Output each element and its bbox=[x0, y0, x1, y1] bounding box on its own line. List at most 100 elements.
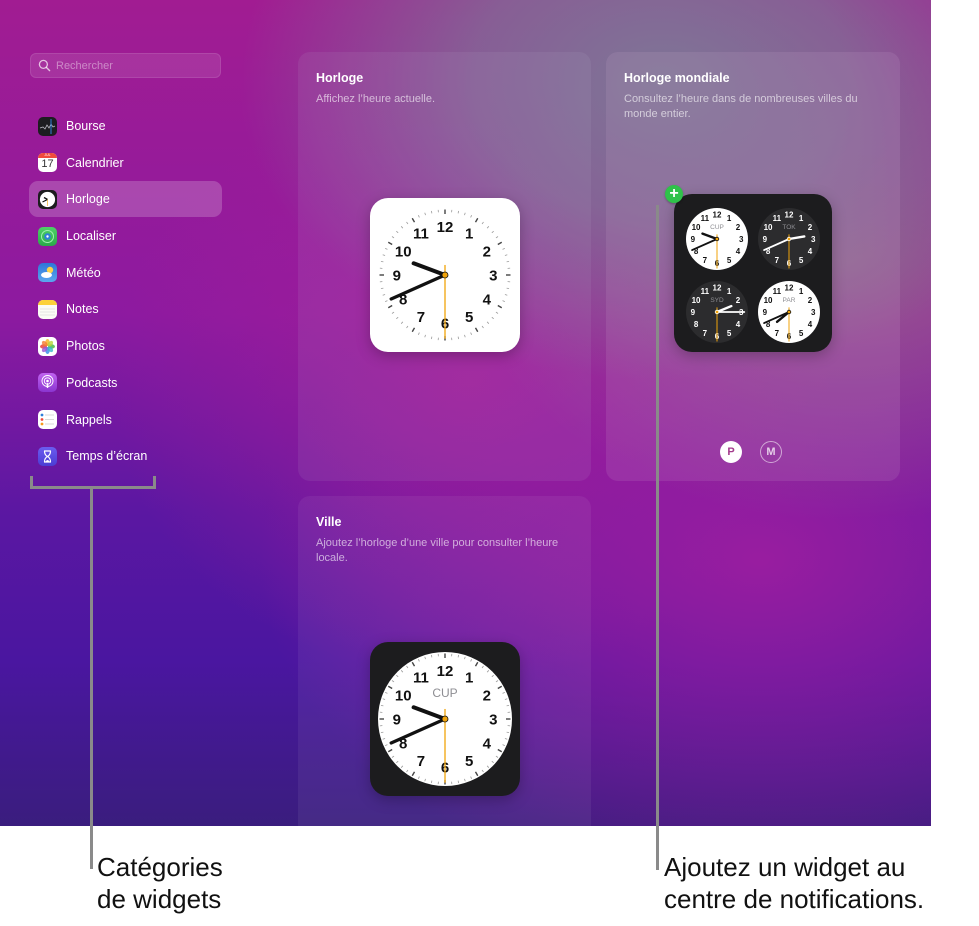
category-meteo[interactable]: Météo bbox=[29, 255, 222, 291]
clock-numeral: 5 bbox=[465, 309, 473, 326]
clock-local: 123456789101112 bbox=[378, 208, 512, 342]
clock-numeral: 9 bbox=[691, 235, 696, 244]
category-label: Podcasts bbox=[66, 375, 118, 390]
callout-line-left bbox=[90, 489, 93, 869]
clock-numeral: 2 bbox=[483, 687, 491, 704]
clock-numeral: 1 bbox=[727, 287, 732, 296]
clock-numeral: 3 bbox=[489, 267, 497, 284]
clock-tick bbox=[430, 780, 433, 784]
clock-numeral: 12 bbox=[437, 663, 454, 680]
clock-numeral: 1 bbox=[799, 287, 804, 296]
callout-line: centre de notifications. bbox=[664, 884, 925, 914]
clock-numeral: 11 bbox=[701, 287, 710, 296]
city-code-label: PAR bbox=[783, 297, 796, 304]
clock-numeral: 11 bbox=[773, 214, 782, 223]
search-icon bbox=[38, 59, 51, 72]
photos-icon bbox=[38, 336, 57, 356]
category-label: Localiser bbox=[66, 229, 117, 244]
clock-numeral: 2 bbox=[808, 223, 813, 232]
category-label: Calendrier bbox=[66, 155, 124, 170]
search-input[interactable] bbox=[56, 59, 216, 72]
clock-tick bbox=[380, 287, 384, 290]
category-photos[interactable]: Photos bbox=[29, 328, 222, 364]
notes-icon bbox=[38, 299, 57, 319]
clock-numeral: 2 bbox=[483, 243, 491, 260]
callout-bracket bbox=[30, 476, 156, 489]
clock-numeral: 10 bbox=[395, 687, 412, 704]
clock-numeral: 5 bbox=[727, 329, 732, 338]
widget-description: Consultez l’heure dans de nombreuses vil… bbox=[624, 93, 858, 120]
city-code-label: CUP bbox=[432, 686, 457, 700]
clock-numeral: 7 bbox=[775, 256, 780, 265]
clock-numeral: 3 bbox=[811, 235, 816, 244]
clock-numeral: 2 bbox=[736, 296, 741, 305]
category-calendrier[interactable]: JUL 17 Calendrier bbox=[29, 145, 222, 181]
widget-description: Ajoutez l’horloge d’une ville pour consu… bbox=[316, 537, 559, 564]
category-label: Horloge bbox=[66, 192, 110, 207]
category-rappels[interactable]: Rappels bbox=[29, 402, 222, 438]
clock-tick bbox=[430, 210, 433, 214]
category-label: Météo bbox=[66, 265, 101, 280]
widget-description: Affichez l’heure actuelle. bbox=[316, 93, 436, 105]
category-label: Notes bbox=[66, 302, 99, 317]
widget-card-ville: Ville Ajoutez l’horloge d’une ville pour… bbox=[298, 496, 591, 826]
category-podcasts[interactable]: Podcasts bbox=[29, 365, 222, 401]
clock-numeral: 12 bbox=[437, 219, 454, 236]
callout-line: de widgets bbox=[97, 884, 222, 914]
clock-numeral: 4 bbox=[808, 247, 813, 256]
clock-numeral: 8 bbox=[694, 320, 699, 329]
clock-numeral: 9 bbox=[393, 711, 401, 728]
center-pin bbox=[786, 236, 792, 242]
category-horloge[interactable]: Horloge bbox=[29, 181, 222, 218]
clock-numeral: 7 bbox=[703, 256, 708, 265]
size-option-medium[interactable]: M bbox=[760, 441, 782, 463]
clock-tick bbox=[380, 731, 384, 734]
reminders-icon bbox=[38, 410, 57, 429]
calendar-icon: JUL 17 bbox=[38, 153, 57, 173]
clock-widget-preview[interactable]: 123456789101112 bbox=[370, 198, 520, 352]
widget-category-list: Bourse JUL 17 Calendrier Horloge Localis… bbox=[29, 108, 222, 475]
clock-numeral: 1 bbox=[727, 214, 732, 223]
clock-numeral: 4 bbox=[483, 292, 492, 309]
clock-numeral: 1 bbox=[465, 670, 473, 687]
category-localiser[interactable]: Localiser bbox=[29, 218, 222, 254]
clock-SYD: 123456789101112SYD bbox=[686, 281, 748, 343]
clock-TOK: 123456789101112TOK bbox=[758, 208, 820, 270]
clock-numeral: 2 bbox=[808, 296, 813, 305]
callout-add-widget: Ajoutez un widget au centre de notificat… bbox=[664, 851, 924, 915]
clock-numeral: 11 bbox=[413, 226, 429, 243]
clock-tick bbox=[506, 287, 510, 290]
clock-numeral: 1 bbox=[465, 226, 473, 243]
city-clock-widget-preview[interactable]: 123456789101112CUP bbox=[370, 642, 520, 796]
size-option-small[interactable]: P bbox=[720, 441, 742, 463]
clock-tick bbox=[457, 210, 460, 214]
category-temps-ecran[interactable]: Temps d’écran bbox=[29, 438, 222, 474]
clock-numeral: 9 bbox=[763, 235, 768, 244]
search-field[interactable] bbox=[30, 53, 221, 78]
clock-tick bbox=[430, 654, 433, 658]
clock-face: 123456789101112 bbox=[378, 208, 512, 342]
clock-tick bbox=[457, 780, 460, 784]
category-label: Photos bbox=[66, 339, 105, 354]
world-clock-widget-preview[interactable]: 123456789101112CUP123456789101112TOK1234… bbox=[665, 185, 832, 352]
callout-line: Catégories bbox=[97, 852, 223, 882]
podcasts-icon bbox=[38, 373, 57, 393]
category-bourse[interactable]: Bourse bbox=[29, 108, 222, 144]
clock-CUP: 123456789101112CUP bbox=[378, 652, 512, 786]
clock-numeral: 5 bbox=[799, 329, 804, 338]
clock-numeral: 5 bbox=[799, 256, 804, 265]
clock-numeral: 7 bbox=[775, 329, 780, 338]
clock-numeral: 3 bbox=[811, 308, 816, 317]
clock-numeral: 9 bbox=[691, 308, 696, 317]
widget-title: Horloge bbox=[316, 71, 364, 85]
category-notes[interactable]: Notes bbox=[29, 291, 222, 327]
add-widget-button[interactable]: + bbox=[665, 185, 683, 203]
center-pin bbox=[786, 309, 792, 315]
widget-card-horloge-mondiale: Horloge mondiale Consultez l’heure dans … bbox=[606, 52, 900, 481]
clock-numeral: 12 bbox=[713, 284, 722, 293]
stocks-icon bbox=[38, 116, 57, 136]
clock-numeral: 2 bbox=[736, 223, 741, 232]
clock-numeral: 10 bbox=[764, 296, 773, 305]
clock-tick bbox=[506, 704, 510, 707]
category-label: Bourse bbox=[66, 119, 106, 133]
